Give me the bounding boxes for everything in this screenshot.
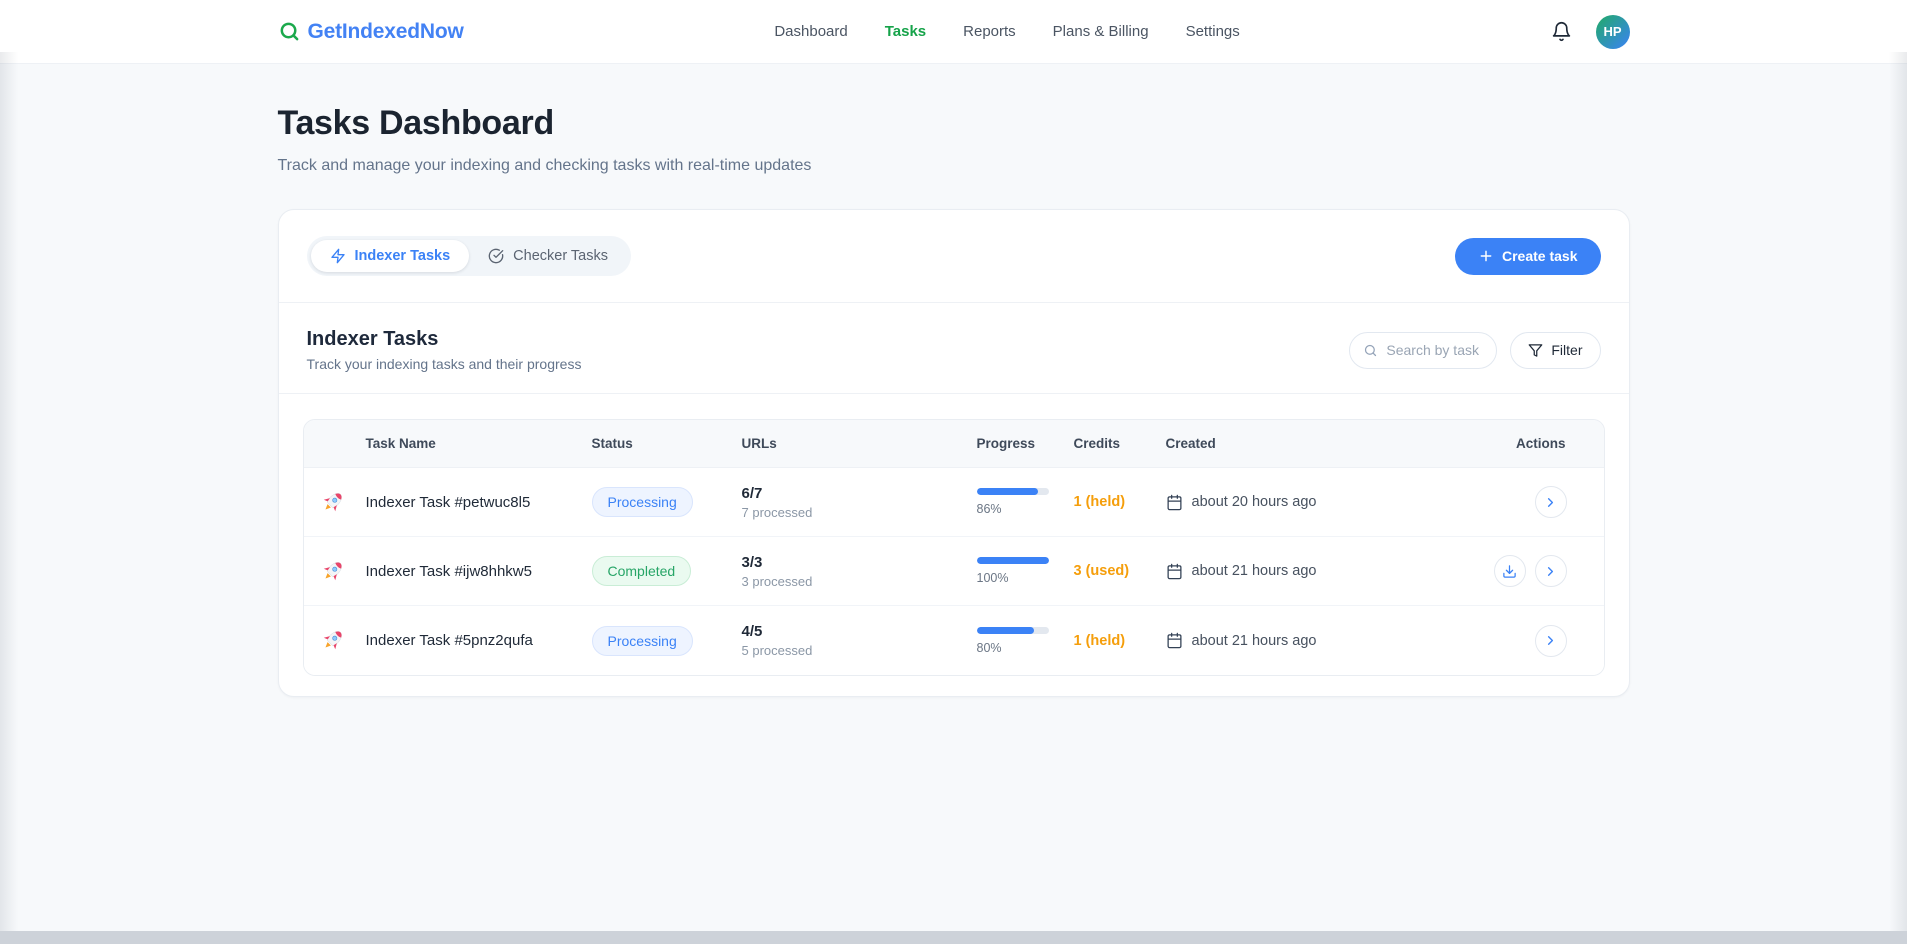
window-bottom-edge bbox=[0, 931, 1907, 944]
credits-value: 1 (held) bbox=[1074, 494, 1166, 510]
download-task-button[interactable] bbox=[1494, 555, 1526, 587]
section-subtitle: Track your indexing tasks and their prog… bbox=[307, 356, 582, 372]
row-actions bbox=[1494, 486, 1604, 518]
rocket-icon bbox=[319, 627, 346, 654]
page-subtitle: Track and manage your indexing and check… bbox=[278, 157, 1630, 175]
created-time: about 21 hours ago bbox=[1192, 633, 1317, 649]
progress-bar bbox=[977, 627, 1049, 634]
calendar-icon bbox=[1166, 563, 1183, 580]
column-header-credits: Credits bbox=[1074, 436, 1166, 451]
urls-processed: 5 processed bbox=[742, 643, 977, 658]
created-time: about 20 hours ago bbox=[1192, 494, 1317, 510]
task-name: Indexer Task #5pnz2qufa bbox=[366, 632, 533, 649]
progress-bar bbox=[977, 488, 1049, 495]
task-name: Indexer Task #ijw8hhkw5 bbox=[366, 563, 532, 580]
chevron-right-icon bbox=[1543, 495, 1558, 510]
brand-name: GetIndexedNow bbox=[308, 20, 464, 44]
nav-item-dashboard[interactable]: Dashboard bbox=[774, 23, 847, 40]
tab-indexer-tasks[interactable]: Indexer Tasks bbox=[311, 240, 470, 272]
column-header-status: Status bbox=[592, 436, 742, 451]
tasks-table: Task NameStatusURLsProgressCreditsCreate… bbox=[303, 419, 1605, 676]
top-navbar: GetIndexedNow Dashboard Tasks Reports Plans… bbox=[0, 0, 1907, 64]
urls-count: 3/3 bbox=[742, 554, 977, 571]
progress-bar bbox=[977, 557, 1049, 564]
check-circle-icon bbox=[488, 248, 504, 264]
progress-percent: 100% bbox=[977, 571, 1074, 585]
status-badge: Processing bbox=[592, 487, 693, 517]
column-header-actions: Actions bbox=[1516, 436, 1604, 451]
urls-count: 4/5 bbox=[742, 623, 977, 640]
progress-fill bbox=[977, 557, 1049, 564]
credits-value: 3 (used) bbox=[1074, 563, 1166, 579]
search-box bbox=[1349, 332, 1497, 369]
task-type-tabs: Indexer Tasks Checker Tasks bbox=[307, 236, 631, 276]
section-title: Indexer Tasks bbox=[307, 328, 582, 351]
progress-fill bbox=[977, 627, 1035, 634]
table-row[interactable]: Indexer Task #petwuc8l5 Processing 6/7 7… bbox=[304, 468, 1604, 537]
nav-item-settings[interactable]: Settings bbox=[1186, 23, 1240, 40]
create-task-button[interactable]: Create task bbox=[1455, 238, 1601, 275]
urls-processed: 7 processed bbox=[742, 505, 977, 520]
nav-item-reports[interactable]: Reports bbox=[963, 23, 1016, 40]
table-wrapper: Task NameStatusURLsProgressCreditsCreate… bbox=[279, 394, 1629, 696]
create-task-label: Create task bbox=[1502, 248, 1578, 264]
urls-processed: 3 processed bbox=[742, 574, 977, 589]
chevron-right-icon bbox=[1543, 633, 1558, 648]
progress-percent: 80% bbox=[977, 641, 1074, 655]
notifications-button[interactable] bbox=[1551, 21, 1572, 42]
bell-icon bbox=[1551, 21, 1572, 42]
tab-indexer-label: Indexer Tasks bbox=[355, 248, 451, 264]
view-task-button[interactable] bbox=[1535, 486, 1567, 518]
table-row[interactable]: Indexer Task #5pnz2qufa Processing 4/5 5… bbox=[304, 606, 1604, 675]
main-content: Tasks Dashboard Track and manage your in… bbox=[278, 64, 1630, 697]
tab-checker-label: Checker Tasks bbox=[513, 248, 608, 264]
credits-value: 1 (held) bbox=[1074, 633, 1166, 649]
row-actions bbox=[1494, 555, 1604, 587]
created-time: about 21 hours ago bbox=[1192, 563, 1317, 579]
column-header-created: Created bbox=[1166, 436, 1494, 451]
funnel-icon bbox=[1528, 343, 1543, 358]
progress-fill bbox=[977, 488, 1039, 495]
download-icon bbox=[1502, 564, 1517, 579]
calendar-icon bbox=[1166, 494, 1183, 511]
section-header: Indexer Tasks Track your indexing tasks … bbox=[279, 303, 1629, 394]
table-body: Indexer Task #petwuc8l5 Processing 6/7 7… bbox=[304, 468, 1604, 675]
search-icon bbox=[1363, 343, 1378, 358]
task-name: Indexer Task #petwuc8l5 bbox=[366, 494, 531, 511]
nav-item-tasks[interactable]: Tasks bbox=[885, 23, 926, 40]
progress-percent: 86% bbox=[977, 502, 1074, 516]
user-avatar[interactable]: HP bbox=[1596, 15, 1630, 49]
table-row[interactable]: Indexer Task #ijw8hhkw5 Completed 3/3 3 … bbox=[304, 537, 1604, 606]
chevron-right-icon bbox=[1543, 564, 1558, 579]
column-header-task-name: Task Name bbox=[304, 436, 592, 451]
rocket-icon bbox=[319, 489, 346, 516]
plus-icon bbox=[1478, 248, 1494, 264]
calendar-icon bbox=[1166, 632, 1183, 649]
status-badge: Processing bbox=[592, 626, 693, 656]
column-header-progress: Progress bbox=[977, 436, 1074, 451]
row-actions bbox=[1494, 625, 1604, 657]
table-header-row: Task NameStatusURLsProgressCreditsCreate… bbox=[304, 420, 1604, 468]
filter-button[interactable]: Filter bbox=[1510, 332, 1600, 369]
tasks-card: Indexer Tasks Checker Tasks Create task … bbox=[278, 209, 1630, 697]
status-badge: Completed bbox=[592, 556, 692, 586]
view-task-button[interactable] bbox=[1535, 555, 1567, 587]
view-task-button[interactable] bbox=[1535, 625, 1567, 657]
filter-label: Filter bbox=[1551, 342, 1582, 358]
brand-logo[interactable]: GetIndexedNow bbox=[278, 20, 464, 44]
page-title: Tasks Dashboard bbox=[278, 104, 1630, 143]
urls-count: 6/7 bbox=[742, 485, 977, 502]
main-nav: Dashboard Tasks Reports Plans & Billing Sett… bbox=[774, 23, 1239, 40]
tab-checker-tasks[interactable]: Checker Tasks bbox=[469, 240, 627, 272]
nav-item-plans-billing[interactable]: Plans & Billing bbox=[1053, 23, 1149, 40]
rocket-icon bbox=[319, 558, 346, 585]
search-input[interactable] bbox=[1386, 342, 1483, 358]
tabs-row: Indexer Tasks Checker Tasks Create task bbox=[279, 210, 1629, 303]
lightning-bolt-icon bbox=[330, 248, 346, 264]
column-header-urls: URLs bbox=[742, 436, 977, 451]
search-logo-icon bbox=[278, 20, 301, 43]
